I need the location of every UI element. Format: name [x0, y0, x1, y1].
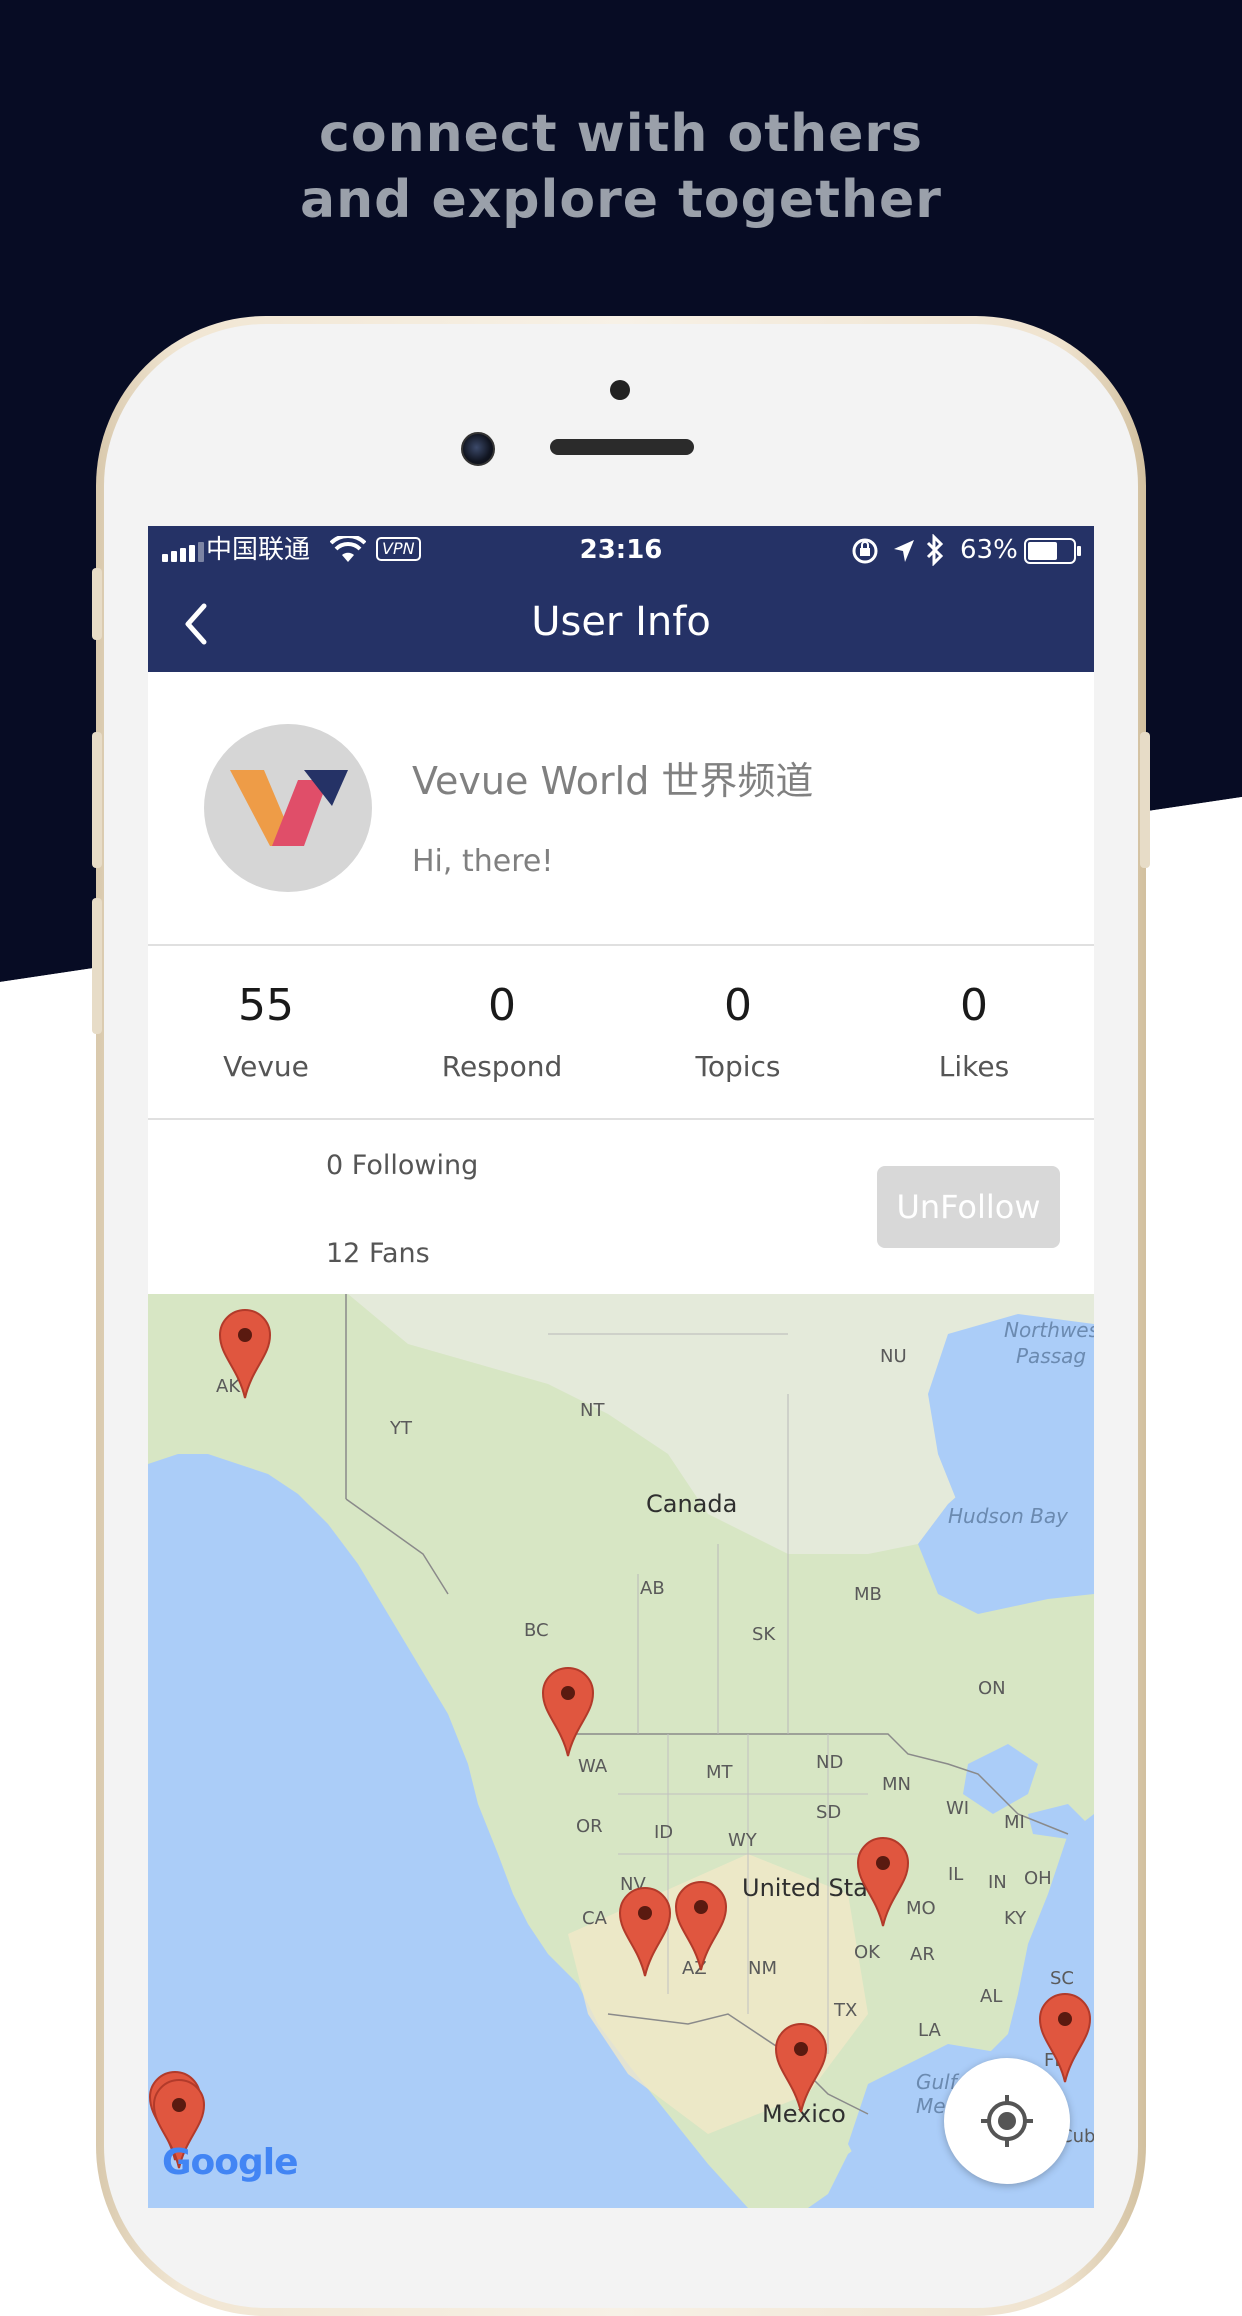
my-location-button[interactable]	[944, 2058, 1070, 2184]
map-label: NU	[880, 1346, 907, 1367]
map-water-label: Northwes	[1004, 1318, 1094, 1342]
earpiece-speaker	[550, 439, 694, 455]
map-pin-icon[interactable]	[674, 1880, 728, 1972]
map-water-label: Me	[916, 2094, 946, 2118]
map-label: AR	[910, 1944, 935, 1965]
map-label: SD	[816, 1802, 842, 1823]
stat-value: 55	[238, 980, 294, 1031]
map-label: NM	[748, 1958, 777, 1979]
map-label: MO	[906, 1898, 936, 1919]
profile-header: Vevue World 世界频道 Hi, there!	[148, 672, 1094, 946]
status-time: 23:16	[579, 535, 663, 565]
proximity-sensor	[610, 380, 630, 400]
crosshair-icon	[981, 2095, 1033, 2147]
map-label: OK	[854, 1942, 880, 1963]
map-label: WA	[578, 1756, 608, 1777]
promo-headline-line1: connect with others	[319, 104, 923, 164]
stat-value: 0	[488, 980, 516, 1031]
map-label: IL	[948, 1864, 964, 1885]
battery-percent: 63%	[960, 535, 1018, 565]
google-logo-text: Google	[162, 2142, 299, 2183]
map-label: LA	[918, 2020, 941, 2041]
stat-vevue[interactable]: 55 Vevue	[148, 946, 384, 1118]
stat-respond[interactable]: 0 Respond	[384, 946, 620, 1118]
username: Vevue World 世界频道	[412, 759, 814, 803]
map-label: MT	[706, 1762, 733, 1783]
map-water-label: Hudson Bay	[948, 1504, 1068, 1528]
user-bio: Hi, there!	[412, 844, 554, 879]
battery-icon	[1024, 538, 1081, 564]
bluetooth-icon	[926, 534, 944, 566]
stat-value: 0	[724, 980, 752, 1031]
stat-label: Vevue	[223, 1050, 309, 1083]
map-label: ND	[816, 1752, 844, 1773]
map-pin-icon[interactable]	[774, 2022, 828, 2114]
map-label: WI	[946, 1798, 970, 1819]
power-button	[1140, 732, 1150, 868]
volume-down-button	[92, 898, 102, 1034]
fans-count[interactable]: 12 Fans	[326, 1238, 430, 1269]
map-label: ID	[654, 1822, 674, 1843]
stat-label: Topics	[695, 1050, 781, 1083]
map-label: MB	[854, 1584, 882, 1605]
map-label: NT	[580, 1400, 605, 1421]
following-count[interactable]: 0 Following	[326, 1150, 478, 1181]
stat-topics[interactable]: 0 Topics	[620, 946, 856, 1118]
map-label: SK	[752, 1624, 776, 1645]
map-label: MN	[882, 1774, 911, 1795]
map-label: OH	[1024, 1868, 1052, 1889]
map-label: AL	[980, 1986, 1003, 2007]
vevue-logo-icon	[230, 770, 348, 846]
stat-label: Respond	[441, 1050, 563, 1083]
map-label: ON	[978, 1678, 1006, 1699]
map-label: OR	[576, 1816, 603, 1837]
map-label: IN	[988, 1872, 1007, 1893]
unfollow-button[interactable]: UnFollow	[877, 1166, 1060, 1248]
mute-switch	[92, 568, 102, 640]
google-logo: Google	[162, 2142, 299, 2183]
map-view[interactable]: NU YT NT Canada AB MB SK BC ON WA MT ND …	[148, 1294, 1094, 2208]
map-water-label: Passag	[1016, 1344, 1087, 1368]
follow-section: 0 Following 12 Fans UnFollow	[148, 1120, 1094, 1294]
stat-likes[interactable]: 0 Likes	[856, 946, 1092, 1118]
map-label: Canada	[646, 1490, 738, 1518]
map-label: SC	[1050, 1968, 1074, 1989]
map-label: KY	[1004, 1908, 1027, 1929]
location-arrow-icon	[894, 540, 914, 562]
front-camera	[461, 432, 495, 466]
map-pin-icon[interactable]	[218, 1308, 272, 1400]
map-label: MI	[1004, 1812, 1025, 1833]
page-title: User Info	[531, 599, 711, 645]
stat-label: Likes	[938, 1050, 1010, 1083]
stats-row: 55 Vevue 0 Respond 0 Topics 0 Likes	[148, 946, 1094, 1120]
stat-value: 0	[960, 980, 988, 1031]
avatar[interactable]	[204, 724, 372, 892]
app-screen: 中国联通 VPN 23:16 63% User Info Vevue World…	[148, 526, 1094, 2208]
map-pin-icon[interactable]	[541, 1666, 595, 1758]
map-pin-icon[interactable]	[856, 1836, 910, 1928]
map-label: BC	[524, 1620, 549, 1641]
navigation-bar: User Info	[148, 574, 1094, 672]
promo-headline-line2: and explore together	[300, 170, 942, 230]
volume-up-button	[92, 732, 102, 868]
status-bar: 中国联通 VPN 23:16 63%	[148, 526, 1094, 574]
map-label: YT	[390, 1418, 412, 1439]
map-label: AB	[640, 1578, 665, 1599]
map-label: WY	[728, 1830, 757, 1851]
map-pin-icon[interactable]	[618, 1886, 672, 1978]
map-label: CA	[582, 1908, 607, 1929]
orientation-lock-icon	[852, 538, 878, 564]
map-label: TX	[834, 2000, 858, 2021]
